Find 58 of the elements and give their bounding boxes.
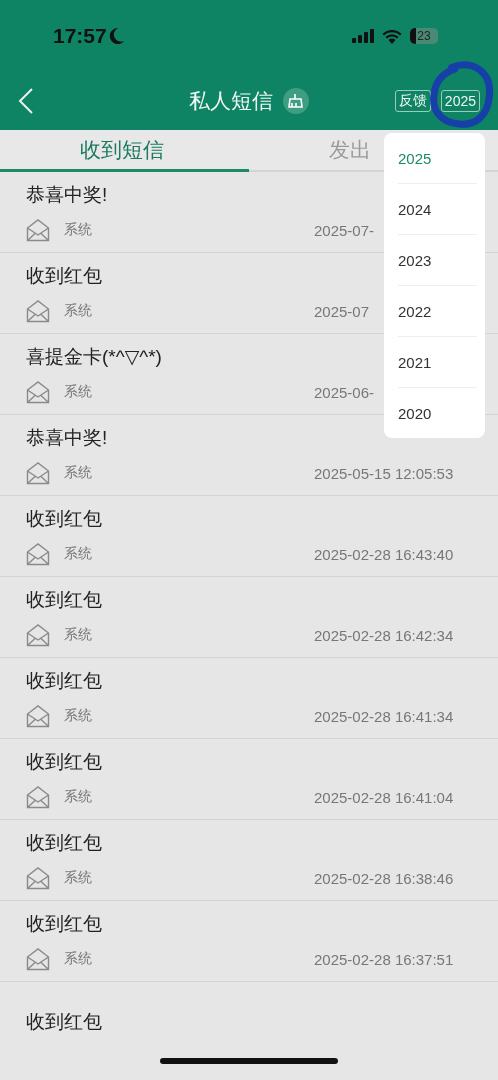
message-title[interactable]: 收到红包	[26, 1009, 102, 1035]
envelope-icon	[26, 947, 50, 971]
message-time: 2025-02-28 16:41:34	[314, 707, 454, 725]
message-title[interactable]: 收到红包	[26, 911, 102, 937]
year-option[interactable]: 2021	[398, 337, 477, 388]
page-title: 私人短信	[189, 88, 273, 114]
status-time: 17:57	[53, 24, 107, 48]
sender-label: 系统	[64, 869, 92, 887]
envelope-icon	[26, 623, 50, 647]
year-button[interactable]: 2025	[440, 90, 480, 112]
message-time: 2025-02-28 16:43:40	[314, 545, 454, 563]
year-option[interactable]: 2025	[398, 133, 477, 184]
message-time: 2025-02-28 16:38:46	[314, 869, 454, 887]
sender-label: 系统	[64, 950, 92, 968]
envelope-icon	[26, 785, 50, 809]
sender-label: 系统	[64, 545, 92, 563]
envelope-icon	[26, 542, 50, 566]
sender-label: 系统	[64, 707, 92, 725]
signal-icon	[352, 29, 374, 43]
envelope-icon	[26, 461, 50, 485]
message-title[interactable]: 收到红包	[26, 263, 102, 289]
message-time: 2025-06-	[314, 383, 375, 401]
message-title[interactable]: 恭喜中奖!	[26, 425, 108, 451]
back-icon[interactable]	[18, 87, 34, 115]
year-option[interactable]: 2020	[398, 388, 477, 438]
envelope-icon	[26, 380, 50, 404]
envelope-icon	[26, 866, 50, 890]
broom-icon[interactable]	[283, 88, 309, 114]
message-title[interactable]: 收到红包	[26, 587, 102, 613]
message-time: 2025-02-28 16:37:51	[314, 950, 454, 968]
wifi-icon	[382, 28, 402, 44]
message-time: 2025-05-15 12:05:53	[314, 464, 454, 482]
sender-label: 系统	[64, 626, 92, 644]
envelope-icon	[26, 704, 50, 728]
year-option[interactable]: 2023	[398, 235, 477, 286]
envelope-icon	[26, 299, 50, 323]
message-title[interactable]: 喜提金卡(*^▽^*)	[26, 344, 162, 370]
message-title[interactable]: 恭喜中奖!	[26, 182, 108, 208]
message-title[interactable]: 收到红包	[26, 668, 102, 694]
message-time: 2025-07-	[314, 221, 375, 239]
moon-icon	[108, 27, 125, 45]
battery-icon: 23	[410, 28, 438, 44]
year-option[interactable]: 2024	[398, 184, 477, 235]
sender-label: 系统	[64, 221, 92, 239]
sender-label: 系统	[64, 383, 92, 401]
sender-label: 系统	[64, 302, 92, 320]
sender-label: 系统	[64, 788, 92, 806]
message-time: 2025-02-28 16:41:04	[314, 788, 454, 806]
envelope-icon	[26, 218, 50, 242]
tab[interactable]: 收到短信	[0, 130, 249, 172]
message-time: 2025-02-28 16:42:34	[314, 626, 454, 644]
message-title[interactable]: 收到红包	[26, 749, 102, 775]
feedback-button[interactable]: 反馈	[394, 90, 431, 112]
message-time: 2025-07	[314, 302, 370, 320]
year-option[interactable]: 2022	[398, 286, 477, 337]
message-title[interactable]: 收到红包	[26, 506, 102, 532]
message-title[interactable]: 收到红包	[26, 830, 102, 856]
sender-label: 系统	[64, 464, 92, 482]
